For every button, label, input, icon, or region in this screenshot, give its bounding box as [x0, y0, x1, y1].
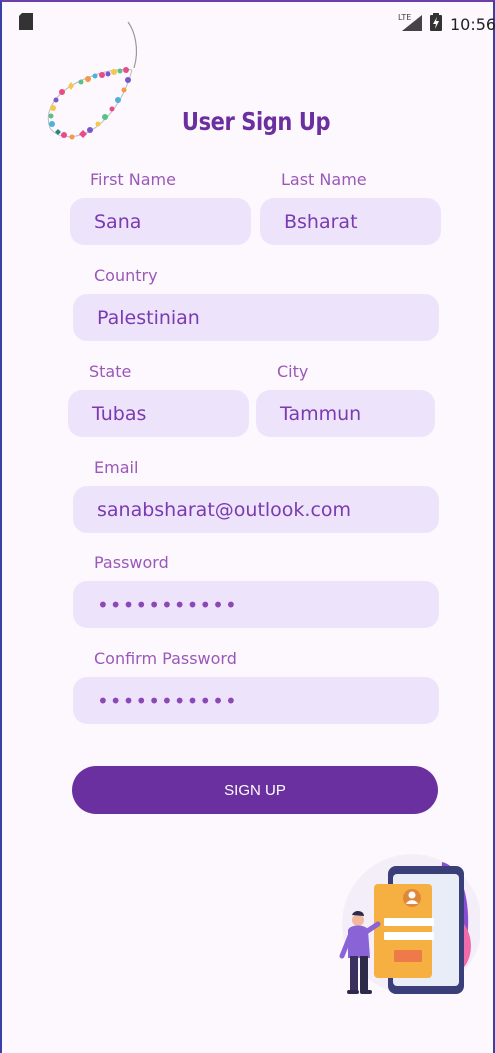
signup-illustration: [339, 854, 480, 994]
sd-card-icon: [19, 13, 33, 30]
city-label: City: [277, 362, 309, 381]
first-name-label: First Name: [90, 170, 176, 189]
svg-text:LTE: LTE: [398, 13, 411, 22]
email-field[interactable]: sanabsharat@outlook.com: [73, 486, 439, 533]
confirm-password-label: Confirm Password: [94, 649, 237, 668]
page-title: User Sign Up: [181, 107, 331, 136]
state-label: State: [89, 362, 132, 381]
lte-signal-icon: LTE: [398, 13, 422, 31]
country-field[interactable]: Palestinian: [73, 294, 439, 341]
last-name-label: Last Name: [281, 170, 367, 189]
country-label: Country: [94, 266, 158, 285]
confirm-password-field[interactable]: •••••••••••: [73, 677, 439, 724]
city-field[interactable]: Tammun: [256, 390, 435, 437]
first-name-field[interactable]: Sana: [70, 198, 251, 245]
last-name-field[interactable]: Bsharat: [260, 198, 441, 245]
password-label: Password: [94, 553, 169, 572]
clock: 10:56: [450, 15, 495, 34]
email-label: Email: [94, 458, 139, 477]
battery-icon: [430, 13, 442, 31]
state-field[interactable]: Tubas: [68, 390, 249, 437]
password-field[interactable]: •••••••••••: [73, 581, 439, 628]
signup-button[interactable]: SIGN UP: [72, 766, 438, 814]
